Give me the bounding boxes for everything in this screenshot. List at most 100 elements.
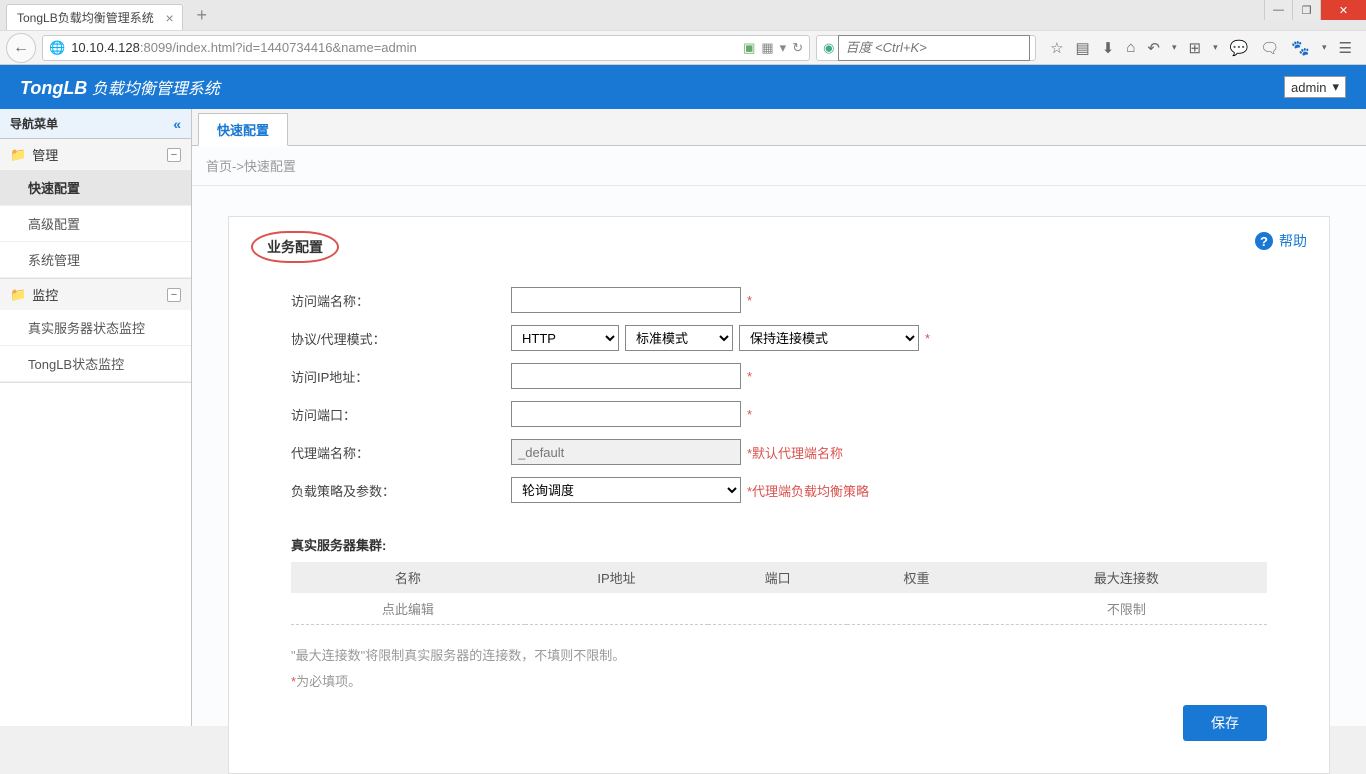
chevron-down-icon[interactable]: ▾ <box>1172 42 1177 53</box>
hint-proxy-name: *默认代理端名称 <box>747 443 843 462</box>
help-link[interactable]: ? 帮助 <box>1255 231 1307 251</box>
table-row[interactable]: 点此编辑 不限制 <box>291 593 1267 625</box>
star-icon[interactable]: ☆ <box>1050 39 1063 57</box>
label-access-ip: 访问IP地址： <box>291 367 511 386</box>
browser-chrome: TongLB负载均衡管理系统 × + — ❐ ✕ ← 🌐 10.10.4.128… <box>0 0 1366 65</box>
chevron-down-icon[interactable]: ▾ <box>1213 42 1218 53</box>
chevron-down-icon[interactable]: ▾ <box>1322 42 1327 53</box>
app-header: TongLB 负载均衡管理系统 admin ▾ <box>0 65 1366 109</box>
app-logo: TongLB 负载均衡管理系统 <box>20 75 220 99</box>
folder-icon: 📁 <box>10 287 26 303</box>
maximize-button[interactable]: ❐ <box>1292 0 1320 20</box>
menu-icon[interactable]: ☰ <box>1339 39 1352 57</box>
dropdown-icon[interactable]: ▾ <box>780 40 787 56</box>
shield-icon[interactable]: ▣ <box>743 40 755 56</box>
help-label: 帮助 <box>1279 231 1307 251</box>
tab-title: TongLB负载均衡管理系统 <box>17 9 154 26</box>
breadcrumb: 首页->快速配置 <box>192 146 1366 186</box>
qr-icon[interactable]: ▦ <box>761 40 773 56</box>
sidebar-title: 导航菜单 <box>10 115 58 132</box>
cluster-title: 真实服务器集群: <box>291 535 1307 554</box>
tab-strip: 快速配置 <box>192 109 1366 146</box>
new-tab-button[interactable]: + <box>189 5 215 26</box>
select-protocol[interactable]: HTTP <box>511 325 619 351</box>
cell-weight[interactable] <box>847 593 986 625</box>
search-input[interactable] <box>838 35 1030 61</box>
hint-lb-policy: *代理端负载均衡策略 <box>747 481 869 500</box>
input-access-ip[interactable] <box>511 363 741 389</box>
back-button[interactable]: ← <box>6 33 36 63</box>
cell-port[interactable] <box>708 593 847 625</box>
paw-icon[interactable]: 🐾 <box>1291 39 1310 57</box>
chat-icon[interactable]: 💬 <box>1230 39 1249 57</box>
input-access-port[interactable] <box>511 401 741 427</box>
search-engine-icon: ◉ <box>823 40 834 56</box>
cell-ip[interactable] <box>525 593 709 625</box>
collapse-toggle-icon[interactable]: − <box>167 148 181 162</box>
sidebar-item-tonglb-monitor[interactable]: TongLB状态监控 <box>0 346 191 382</box>
th-weight: 权重 <box>847 562 986 593</box>
required-mark: * <box>747 293 752 308</box>
reload-icon[interactable]: ↻ <box>792 40 803 56</box>
row-lb-policy: 负载策略及参数： 轮询调度 *代理端负载均衡策略 <box>251 471 1307 509</box>
select-proxy-mode[interactable]: 标准模式 <box>625 325 733 351</box>
form-panel: 业务配置 ? 帮助 访问端名称： * 协议/代理模式： HTTP 标准模式 保持… <box>228 216 1330 774</box>
sidebar-item-quickconfig[interactable]: 快速配置 <box>0 170 191 206</box>
home-icon[interactable]: ⌂ <box>1126 39 1135 56</box>
input-proxy-name <box>511 439 741 465</box>
browser-tab[interactable]: TongLB负载均衡管理系统 × <box>6 4 183 30</box>
tree-group-manage: 📁 管理 − 快速配置 高级配置 系统管理 <box>0 139 191 279</box>
search-bar[interactable]: ◉ <box>816 35 1036 61</box>
tree-title-manage[interactable]: 📁 管理 − <box>0 139 191 170</box>
label-protocol: 协议/代理模式： <box>291 329 511 348</box>
close-icon[interactable]: × <box>166 10 174 26</box>
apps-icon[interactable]: ⊞ <box>1188 39 1201 57</box>
sidebar-item-sysmgmt[interactable]: 系统管理 <box>0 242 191 278</box>
undo-icon[interactable]: ↶ <box>1147 39 1160 57</box>
url-actions: ▣ ▦ ▾ ↻ <box>743 40 803 56</box>
minimize-button[interactable]: — <box>1264 0 1292 20</box>
th-maxconn: 最大连接数 <box>986 562 1267 593</box>
row-access-port: 访问端口： * <box>251 395 1307 433</box>
tree-label: 管理 <box>32 145 58 164</box>
row-protocol: 协议/代理模式： HTTP 标准模式 保持连接模式 * <box>251 319 1307 357</box>
speech-icon[interactable]: 🗨 <box>1260 39 1279 57</box>
input-access-name[interactable] <box>511 287 741 313</box>
close-window-button[interactable]: ✕ <box>1320 0 1366 20</box>
window-controls: — ❐ ✕ <box>1264 0 1366 20</box>
collapse-icon[interactable]: « <box>173 116 181 132</box>
th-ip: IP地址 <box>525 562 709 593</box>
cell-edit-placeholder[interactable]: 点此编辑 <box>291 593 525 625</box>
download-icon[interactable]: ⬇ <box>1102 39 1115 57</box>
content: 快速配置 首页->快速配置 业务配置 ? 帮助 访问端名称： * 协议/代理模式… <box>192 109 1366 726</box>
folder-icon: 📁 <box>10 147 26 163</box>
sidebar: 导航菜单 « 📁 管理 − 快速配置 高级配置 系统管理 📁 监控 − <box>0 109 192 726</box>
user-menu[interactable]: admin ▾ <box>1284 76 1346 98</box>
list-icon[interactable]: ▤ <box>1076 39 1090 57</box>
sidebar-item-advconfig[interactable]: 高级配置 <box>0 206 191 242</box>
tab-quickconfig[interactable]: 快速配置 <box>198 113 288 146</box>
collapse-toggle-icon[interactable]: − <box>167 288 181 302</box>
label-access-name: 访问端名称： <box>291 291 511 310</box>
th-name: 名称 <box>291 562 525 593</box>
chevron-down-icon: ▾ <box>1332 79 1339 95</box>
note-maxconn: "最大连接数"将限制真实服务器的连接数，不填则不限制。 <box>291 643 1267 669</box>
url-bar[interactable]: 🌐 10.10.4.128:8099/index.html?id=1440734… <box>42 35 810 61</box>
required-mark: * <box>747 369 752 384</box>
tab-bar: TongLB负载均衡管理系统 × + — ❐ ✕ <box>0 0 1366 30</box>
tree-label: 监控 <box>32 285 58 304</box>
save-button[interactable]: 保存 <box>1183 705 1267 741</box>
sidebar-item-realserver-monitor[interactable]: 真实服务器状态监控 <box>0 310 191 346</box>
help-icon: ? <box>1255 232 1273 250</box>
select-conn-mode[interactable]: 保持连接模式 <box>739 325 919 351</box>
sidebar-header: 导航菜单 « <box>0 109 191 139</box>
globe-icon: 🌐 <box>49 40 65 56</box>
cell-maxconn[interactable]: 不限制 <box>986 593 1267 625</box>
form-notes: "最大连接数"将限制真实服务器的连接数，不填则不限制。 *为必填项。 <box>291 643 1267 695</box>
select-lb-policy[interactable]: 轮询调度 <box>511 477 741 503</box>
th-port: 端口 <box>708 562 847 593</box>
required-mark: * <box>925 331 930 346</box>
tree-title-monitor[interactable]: 📁 监控 − <box>0 279 191 310</box>
row-proxy-name: 代理端名称： *默认代理端名称 <box>251 433 1307 471</box>
required-mark: * <box>747 407 752 422</box>
